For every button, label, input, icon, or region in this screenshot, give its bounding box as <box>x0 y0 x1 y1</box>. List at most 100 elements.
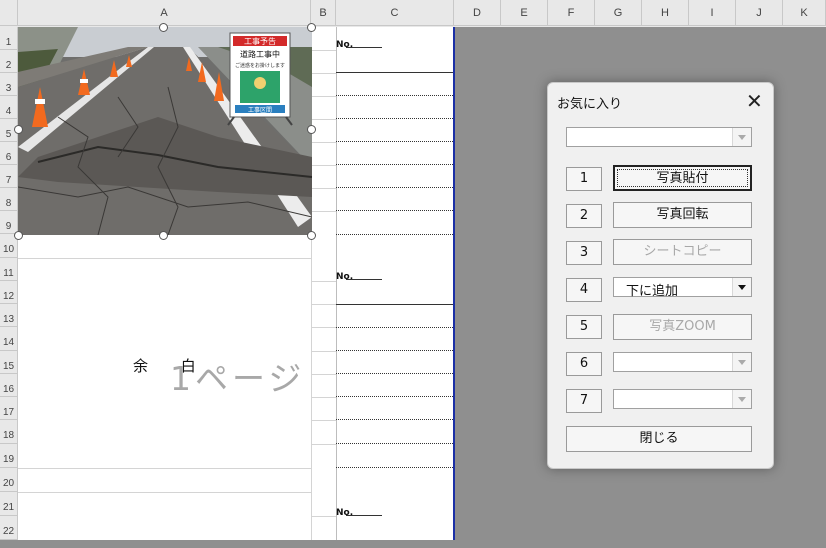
resize-handle[interactable] <box>307 125 316 134</box>
no-label: No. <box>336 272 354 282</box>
chevron-down-icon[interactable] <box>732 353 751 371</box>
gridline <box>312 73 336 74</box>
gridline <box>18 468 311 469</box>
gridline <box>312 444 336 445</box>
row-header[interactable]: 14 <box>0 327 18 351</box>
chevron-down-icon[interactable] <box>732 128 751 146</box>
row-header[interactable]: 13 <box>0 304 18 327</box>
text-line-dotted <box>336 95 453 96</box>
row-header[interactable]: 2 <box>0 50 18 73</box>
gridline <box>312 50 336 51</box>
gridline <box>312 516 336 517</box>
gridline <box>336 27 337 540</box>
chevron-down-icon[interactable] <box>732 278 751 296</box>
row-header[interactable]: 1 <box>0 27 18 50</box>
svg-text:工事区間: 工事区間 <box>248 106 272 114</box>
close-button[interactable]: 閉じる <box>566 426 752 452</box>
row-header[interactable]: 19 <box>0 444 18 468</box>
column-header-g[interactable]: G <box>595 0 642 26</box>
number-button-6[interactable]: 6 <box>566 352 602 376</box>
chevron-down-icon[interactable] <box>732 390 751 408</box>
gridline <box>312 351 336 352</box>
road-photo[interactable]: 工事予告 道路工事中 ご迷惑をお掛けします 工事区間 <box>18 27 312 235</box>
svg-text:ご迷惑をお掛けします: ご迷惑をお掛けします <box>235 62 285 69</box>
column-header-f[interactable]: F <box>548 0 595 26</box>
resize-handle[interactable] <box>307 23 316 32</box>
row-header[interactable]: 21 <box>0 492 18 516</box>
row-header[interactable]: 22 <box>0 516 18 540</box>
column-header-k[interactable]: K <box>783 0 826 26</box>
no-label: No. <box>336 508 354 518</box>
column-header-b[interactable]: B <box>311 0 336 26</box>
resize-handle[interactable] <box>14 231 23 240</box>
no-underline <box>346 515 382 516</box>
number-button-3[interactable]: 3 <box>566 241 602 265</box>
paste-photo-button[interactable]: 写真貼付 <box>613 165 752 191</box>
resize-handle[interactable] <box>307 231 316 240</box>
close-icon[interactable]: ✕ <box>746 89 763 113</box>
gridline <box>312 165 336 166</box>
column-header-a[interactable]: A <box>18 0 311 26</box>
rotate-photo-button[interactable]: 写真回転 <box>613 202 752 228</box>
text-line-dotted <box>336 187 453 188</box>
column-header-e[interactable]: E <box>501 0 548 26</box>
number-button-2[interactable]: 2 <box>566 204 602 228</box>
select-all-corner[interactable] <box>0 0 18 26</box>
resize-handle[interactable] <box>159 23 168 32</box>
gridline <box>18 492 311 493</box>
svg-text:道路工事中: 道路工事中 <box>240 49 280 59</box>
row-header[interactable]: 9 <box>0 211 18 234</box>
dialog-title: お気に入り <box>557 97 623 112</box>
row-header[interactable]: 8 <box>0 188 18 211</box>
column-header-j[interactable]: J <box>736 0 783 26</box>
row-header[interactable]: 20 <box>0 468 18 492</box>
text-line-dotted <box>336 396 453 397</box>
photo-zoom-button[interactable]: 写真ZOOM <box>613 314 752 340</box>
gridline <box>312 281 336 282</box>
option-7-select[interactable] <box>613 389 752 409</box>
row-header[interactable]: 4 <box>0 96 18 119</box>
road-photo-image: 工事予告 道路工事中 ご迷惑をお掛けします 工事区間 <box>18 27 312 235</box>
gridline <box>312 327 336 328</box>
resize-handle[interactable] <box>159 231 168 240</box>
gridline <box>18 258 311 259</box>
text-line-dotted <box>336 327 453 328</box>
no-underline <box>346 279 382 280</box>
resize-handle[interactable] <box>14 125 23 134</box>
number-button-7[interactable]: 7 <box>566 389 602 413</box>
row-header[interactable]: 3 <box>0 73 18 96</box>
column-header-c[interactable]: C <box>336 0 454 26</box>
row-header[interactable]: 18 <box>0 420 18 444</box>
add-below-select[interactable]: 下に追加 <box>613 277 752 299</box>
row-header[interactable]: 11 <box>0 258 18 281</box>
gridline <box>312 211 336 212</box>
text-line-dotted <box>336 419 453 420</box>
text-line <box>336 72 453 73</box>
row-header[interactable]: 15 <box>0 351 18 374</box>
row-header[interactable]: 6 <box>0 142 18 165</box>
row-header[interactable]: 12 <box>0 281 18 304</box>
favorites-select[interactable] <box>566 127 752 147</box>
number-button-4[interactable]: 4 <box>566 278 602 302</box>
column-header-bar: A B C D E F G H I J K <box>0 0 826 27</box>
option-6-select[interactable] <box>613 352 752 372</box>
no-underline <box>346 47 382 48</box>
text-line-dotted <box>336 443 453 444</box>
row-header[interactable]: 16 <box>0 374 18 397</box>
text-line-dotted <box>336 467 453 468</box>
text-line-dotted <box>336 234 453 235</box>
sheet-copy-button[interactable]: シートコピー <box>613 239 752 265</box>
svg-text:工事予告: 工事予告 <box>244 36 276 46</box>
row-header[interactable]: 7 <box>0 165 18 188</box>
text-line-dotted <box>336 350 453 351</box>
number-button-1[interactable]: 1 <box>566 167 602 191</box>
column-header-i[interactable]: I <box>689 0 736 26</box>
text-line-dotted <box>336 210 453 211</box>
column-header-d[interactable]: D <box>454 0 501 26</box>
column-header-h[interactable]: H <box>642 0 689 26</box>
text-line-dotted <box>336 118 453 119</box>
number-button-5[interactable]: 5 <box>566 315 602 339</box>
page-break-line <box>453 27 455 540</box>
row-header[interactable]: 17 <box>0 397 18 420</box>
gridline <box>312 188 336 189</box>
